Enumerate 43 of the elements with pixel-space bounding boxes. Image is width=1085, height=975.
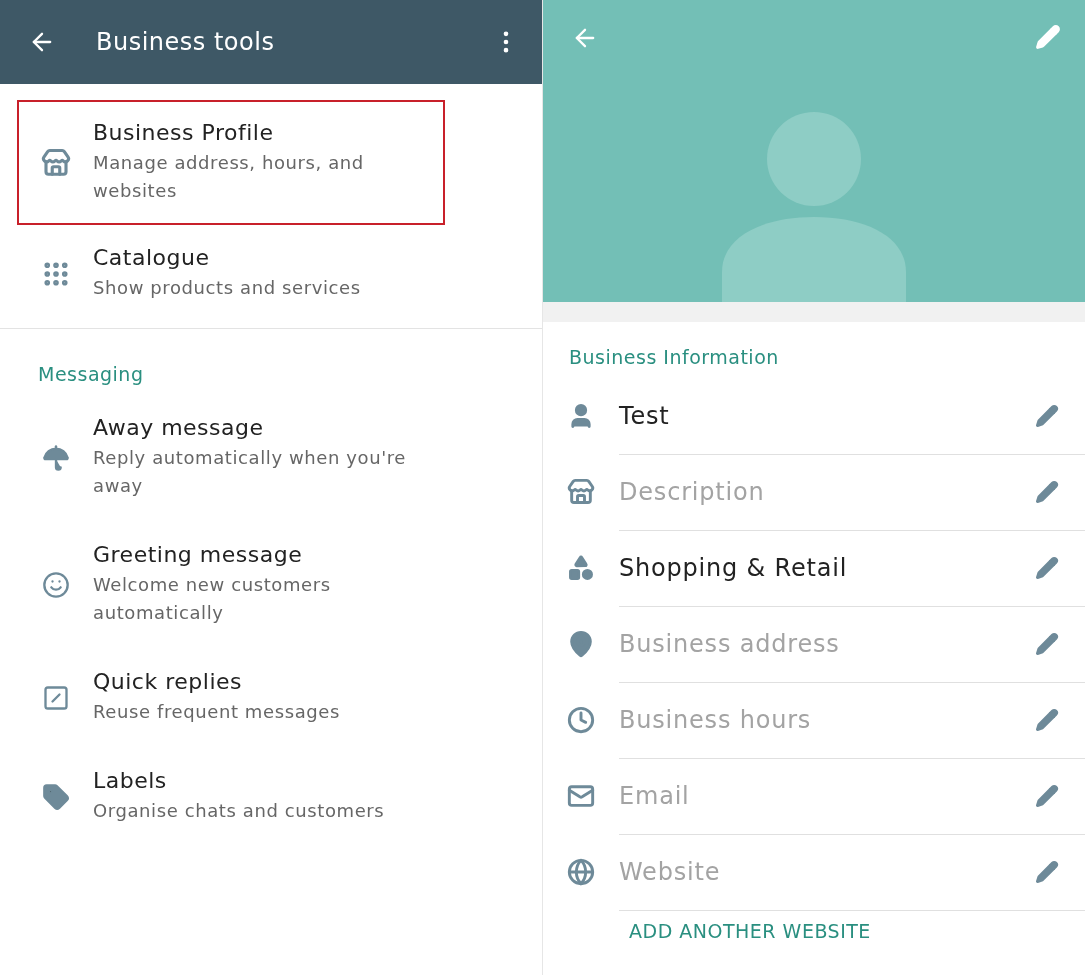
- shapes-icon: [567, 554, 595, 582]
- screen-title: Business tools: [96, 28, 276, 56]
- field-text[interactable]: Shopping & Retail: [619, 553, 1035, 582]
- item-subtitle: Manage address, hours, and websites: [93, 151, 365, 203]
- item-title: Quick replies: [93, 669, 243, 694]
- item-title: Greeting message: [93, 542, 304, 567]
- tool-item[interactable]: Catalogue Show products and services: [17, 243, 445, 304]
- tool-item[interactable]: Labels Organise chats and customers: [17, 766, 521, 827]
- tool-item[interactable]: Away message Reply automatically when you're away: [17, 413, 521, 502]
- item-subtitle: Reply automatically when you're away: [93, 446, 408, 498]
- tool-item[interactable]: Quick replies Reuse frequent messages: [17, 667, 521, 728]
- item-title: Business Profile: [93, 120, 275, 145]
- item-subtitle: Welcome new customers automatically: [93, 573, 332, 625]
- store-icon: [567, 478, 595, 506]
- smile-icon: [42, 570, 70, 599]
- section-heading: Business Information: [568, 345, 780, 370]
- tool-item[interactable]: Business Profile Manage address, hours, and websites: [17, 100, 445, 225]
- section-heading: Messaging: [37, 363, 145, 385]
- clock-icon: [567, 706, 595, 734]
- tool-item[interactable]: Greeting message Welcome new customers automatically: [17, 540, 521, 629]
- add-website-link[interactable]: ADD ANOTHER WEBSITE: [543, 910, 1085, 942]
- edit-icon[interactable]: [1035, 631, 1059, 656]
- edit-icon[interactable]: [1035, 859, 1059, 884]
- tag-icon: [42, 782, 70, 811]
- location-pin-icon: [567, 630, 595, 658]
- item-title: Catalogue: [93, 245, 211, 270]
- umbrella-icon: [42, 443, 70, 472]
- item-title: Labels: [93, 768, 168, 793]
- edit-icon[interactable]: [1035, 707, 1059, 732]
- store-icon: [41, 147, 71, 178]
- item-title: Away message: [93, 415, 265, 440]
- edit-icon[interactable]: [1035, 403, 1059, 428]
- avatar-placeholder-icon: [722, 112, 906, 302]
- item-subtitle: Show products and services: [93, 276, 361, 300]
- edit-icon[interactable]: [1035, 479, 1059, 504]
- globe-icon: [567, 858, 595, 886]
- mail-icon: [567, 782, 595, 810]
- field-text[interactable]: Test: [619, 401, 1035, 430]
- edit-icon[interactable]: [1035, 783, 1059, 808]
- item-subtitle: Reuse frequent messages: [93, 700, 340, 724]
- slash-square-icon: [42, 683, 70, 712]
- item-subtitle: Organise chats and customers: [93, 799, 385, 823]
- edit-icon[interactable]: [1035, 555, 1059, 580]
